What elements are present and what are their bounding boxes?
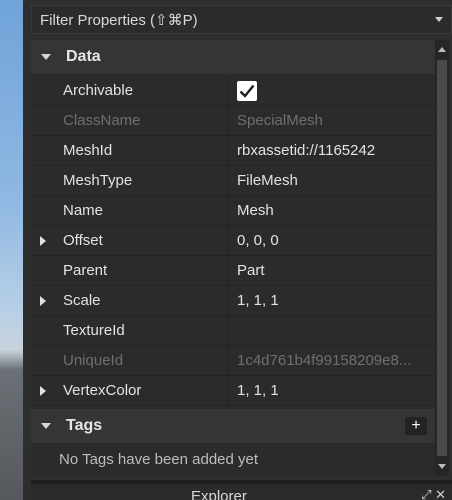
- expand-arrow-icon[interactable]: [40, 386, 46, 396]
- expand-arrow-icon[interactable]: [40, 296, 46, 306]
- expand-arrow-icon[interactable]: [40, 236, 46, 246]
- plus-icon: +: [411, 417, 421, 434]
- property-row-offset[interactable]: Offset 0, 0, 0: [31, 226, 435, 256]
- collapse-arrow-icon[interactable]: [41, 423, 51, 429]
- property-name: Scale: [63, 292, 101, 309]
- property-row-parent[interactable]: Parent Part: [31, 256, 435, 286]
- property-value[interactable]: 1, 1, 1: [237, 292, 429, 309]
- property-value[interactable]: Mesh: [237, 202, 429, 219]
- property-name: Parent: [63, 262, 108, 279]
- section-title-tags: Tags: [66, 417, 103, 434]
- explorer-window-icons[interactable]: ⤢ ✕: [421, 487, 446, 500]
- property-name: VertexColor: [63, 382, 142, 399]
- viewport-edge: [0, 0, 23, 500]
- tags-empty-text: No Tags have been added yet: [59, 451, 259, 468]
- property-value[interactable]: rbxassetid://1165242: [237, 142, 429, 159]
- property-row-meshid[interactable]: MeshId rbxassetid://1165242: [31, 136, 435, 166]
- add-tag-button[interactable]: +: [405, 417, 427, 435]
- property-row-classname: ClassName SpecialMesh: [31, 106, 435, 136]
- property-value[interactable]: FileMesh: [237, 172, 429, 189]
- checkmark-icon: [239, 84, 255, 98]
- section-title-data: Data: [66, 48, 101, 65]
- property-name: TextureId: [63, 322, 125, 339]
- property-name: Name: [63, 202, 104, 219]
- explorer-title: Explorer: [191, 488, 247, 500]
- chevron-down-icon[interactable]: [435, 17, 443, 22]
- filter-properties-input[interactable]: Filter Properties (⇧⌘P): [31, 5, 452, 34]
- property-row-archivable[interactable]: Archivable: [31, 76, 435, 106]
- property-name-cell: [31, 316, 229, 346]
- property-row-textureid[interactable]: TextureId: [31, 316, 435, 346]
- scroll-down-icon[interactable]: [438, 464, 446, 469]
- property-name-cell: [31, 226, 229, 256]
- explorer-panel-header: Explorer ⤢ ✕: [31, 484, 452, 500]
- property-value: 1c4d761b4f99158209e8...: [237, 352, 412, 369]
- property-name: UniqueId: [63, 352, 124, 369]
- property-name-cell: [31, 136, 229, 166]
- tags-empty-message: No Tags have been added yet: [31, 443, 435, 475]
- properties-scrollbar[interactable]: [435, 40, 449, 476]
- property-name: Offset: [63, 232, 103, 249]
- properties-list: Data Archivable ClassName SpecialMesh Me…: [31, 40, 435, 476]
- property-value[interactable]: Part: [237, 262, 429, 279]
- scroll-thumb[interactable]: [437, 60, 447, 456]
- property-name-cell: [31, 346, 229, 376]
- property-name: MeshId: [63, 142, 113, 159]
- property-row-meshtype[interactable]: MeshType FileMesh: [31, 166, 435, 196]
- property-row-uniqueid: UniqueId 1c4d761b4f99158209e8...: [31, 346, 435, 376]
- scroll-up-icon[interactable]: [438, 47, 446, 52]
- property-name-cell: [31, 196, 229, 226]
- property-value: SpecialMesh: [237, 112, 323, 129]
- collapse-arrow-icon[interactable]: [41, 54, 51, 60]
- property-value[interactable]: 1, 1, 1: [237, 382, 429, 399]
- property-row-vertexcolor[interactable]: VertexColor 1, 1, 1: [31, 376, 435, 406]
- property-row-scale[interactable]: Scale 1, 1, 1: [31, 286, 435, 316]
- section-header-tags[interactable]: Tags +: [31, 409, 435, 443]
- property-name-cell: [31, 256, 229, 286]
- property-name: ClassName: [63, 112, 141, 129]
- property-row-name[interactable]: Name Mesh: [31, 196, 435, 226]
- property-name: MeshType: [63, 172, 133, 189]
- property-name: Archivable: [63, 82, 134, 99]
- filter-properties-label: Filter Properties (⇧⌘P): [40, 11, 198, 29]
- archivable-checkbox[interactable]: [237, 81, 257, 101]
- section-header-data[interactable]: Data: [31, 40, 435, 74]
- property-value[interactable]: 0, 0, 0: [237, 232, 429, 249]
- property-name-cell: [31, 286, 229, 316]
- properties-panel: Filter Properties (⇧⌘P) Data Archivable …: [23, 0, 452, 500]
